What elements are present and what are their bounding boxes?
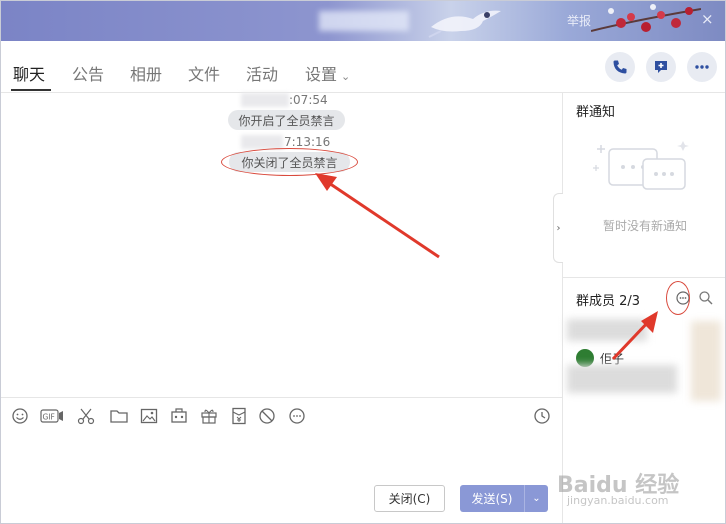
group-chat-window: 举报 × 聊天 公告 相册 文件 活动 设置 ⌄ :07:54 你开启了全员禁言 … [0, 0, 726, 524]
tab-settings[interactable]: 设置 ⌄ [305, 61, 350, 85]
tab-album[interactable]: 相册 [130, 61, 162, 85]
annotation-ellipse [221, 148, 358, 176]
empty-notice-text: 暂时没有新通知 [603, 219, 688, 233]
phone-icon [613, 60, 627, 74]
send-button-label: 发送(S) [471, 492, 513, 506]
tab-files[interactable]: 文件 [188, 61, 220, 85]
svg-text:GIF: GIF [43, 413, 55, 422]
chevron-right-icon: › [556, 222, 561, 234]
more-options-button[interactable] [687, 52, 717, 82]
file-button[interactable] [109, 406, 129, 426]
tab-bar: 聊天 公告 相册 文件 活动 设置 ⌄ [1, 41, 725, 93]
search-icon[interactable] [698, 290, 714, 306]
block-button[interactable] [257, 406, 277, 426]
more-icon [289, 408, 305, 424]
more-tools-button[interactable] [287, 406, 307, 426]
send-button[interactable]: 发送(S) ⌄ [460, 485, 548, 512]
system-message-text: 你开启了全员禁言 [238, 113, 335, 128]
more-icon [695, 65, 709, 69]
blurred-member-row [567, 319, 647, 341]
empty-notice-illustration [593, 141, 689, 190]
add-chat-icon [655, 61, 667, 73]
screen-capture-button[interactable] [169, 406, 189, 426]
tab-activity[interactable]: 活动 [246, 61, 278, 85]
blurred-date [241, 93, 289, 107]
berries-illustration [591, 4, 701, 32]
red-packet-button[interactable] [229, 406, 249, 426]
message-timestamp: :07:54 [289, 93, 328, 107]
emoji-icon [12, 408, 28, 424]
group-banner: 举报 × [1, 1, 725, 41]
blurred-member-row [567, 365, 677, 393]
group-notice-title: 群通知 [576, 105, 616, 120]
blurred-group-name [319, 11, 409, 31]
image-icon [140, 408, 158, 424]
chevron-down-icon: ⌄ [341, 70, 351, 83]
emoji-button[interactable] [10, 406, 30, 426]
tab-settings-label: 设置 [305, 65, 338, 84]
message-input-area[interactable]: GIF 关闭(C) 发送(S) ⌄ [1, 397, 562, 523]
gift-button[interactable] [199, 406, 219, 426]
tab-chat[interactable]: 聊天 [13, 61, 45, 85]
blurred-date [241, 135, 283, 149]
panel-divider [563, 277, 725, 278]
members-title: 群成员 2/3 [576, 294, 641, 309]
red-packet-icon [232, 407, 246, 425]
voice-call-button[interactable] [605, 52, 635, 82]
active-tab-indicator [11, 89, 51, 91]
history-button[interactable] [532, 406, 552, 426]
bird-illustration [428, 10, 501, 38]
collapse-panel-button[interactable]: › [553, 193, 563, 263]
message-timestamp: 7:13:16 [284, 135, 331, 149]
tab-announcement[interactable]: 公告 [72, 61, 104, 85]
gift-icon [201, 409, 217, 424]
add-chat-button[interactable] [646, 52, 676, 82]
block-icon [259, 408, 275, 424]
image-button[interactable] [139, 406, 159, 426]
folder-icon [110, 410, 128, 423]
blurred-member-avatar [691, 321, 721, 401]
screenshot-icon [171, 408, 187, 423]
window-close-button[interactable]: × [701, 10, 714, 28]
watermark-url: jingyan.baidu.com [567, 494, 669, 507]
report-link[interactable]: 举报 [567, 12, 591, 29]
scissors-icon [77, 408, 95, 425]
annotation-circle [666, 281, 690, 315]
gif-icon: GIF [40, 409, 63, 423]
chat-message-area[interactable]: :07:54 你开启了全员禁言 7:13:16 你关闭了全员禁言 [1, 93, 562, 397]
system-message-bubble: 你开启了全员禁言 [228, 110, 345, 130]
screenshot-scissors-button[interactable] [76, 406, 96, 426]
close-button[interactable]: 关闭(C) [374, 485, 445, 512]
send-options-chevron-icon[interactable]: ⌄ [525, 493, 548, 504]
gif-button[interactable]: GIF [40, 406, 64, 426]
group-side-panel: › 群通知 暂时没有新通知 群成员 2/3 佢子 [553, 93, 725, 523]
clock-icon [534, 408, 550, 424]
